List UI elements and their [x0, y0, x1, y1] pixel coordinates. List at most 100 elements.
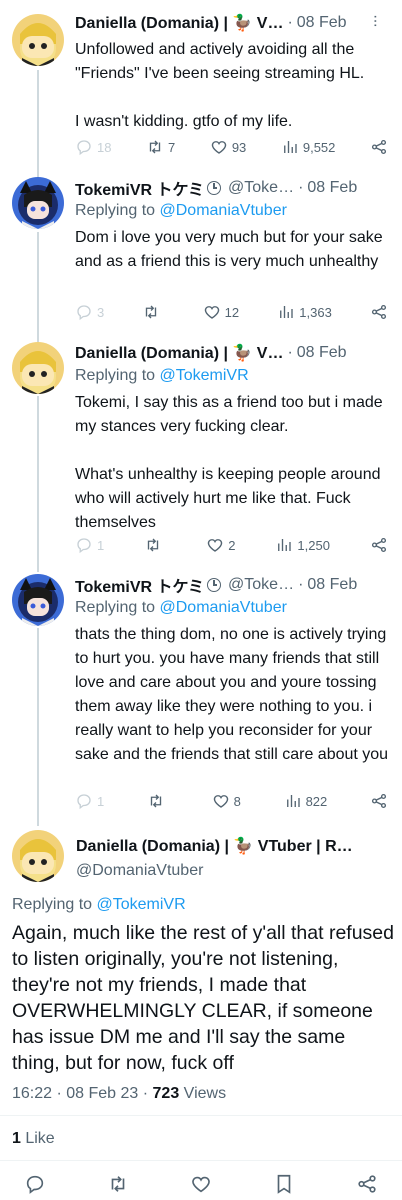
reply-button[interactable]: 3 — [75, 303, 104, 321]
tweet-text: thats the thing dom, no one is actively … — [75, 626, 391, 763]
share-icon — [370, 303, 388, 321]
more-icon[interactable]: ··· — [366, 14, 384, 27]
views-label: Views — [179, 1085, 227, 1102]
likes-count: 1 — [12, 1130, 21, 1147]
tweet-text: Tokemi, I say this as a friend too but i… — [75, 394, 383, 531]
retweet-icon[interactable] — [107, 1173, 129, 1195]
reply-count: 18 — [97, 139, 112, 155]
mention-link[interactable]: @TokemiVR — [160, 367, 249, 384]
retweet-button[interactable] — [142, 303, 164, 321]
reply-button[interactable]: 1 — [75, 536, 104, 554]
clock-icon — [207, 578, 222, 592]
like-count: 93 — [231, 139, 247, 155]
retweet-icon — [142, 303, 160, 321]
tweet-date[interactable]: 08 Feb — [307, 179, 357, 197]
author-name[interactable]: Daniella (Domania) | 🦆 V… — [75, 13, 283, 33]
mention-link[interactable]: @TokemiVR — [97, 896, 186, 913]
replying-to: Replying to @TokemiVR — [12, 896, 186, 914]
avatar[interactable] — [12, 574, 64, 626]
tweet[interactable]: Daniella (Domania) | 🦆 V… · 08 Feb ··· U… — [0, 0, 402, 165]
reply-count: 3 — [97, 304, 105, 320]
view-count: 1,250 — [297, 537, 330, 553]
replying-to: Replying to @DomaniaVtuber — [75, 202, 287, 220]
retweet-button[interactable] — [144, 536, 166, 554]
tweet-date[interactable]: 08 Feb — [297, 344, 347, 362]
share-icon — [370, 536, 388, 554]
views-button[interactable]: 9,552 — [281, 138, 335, 156]
avatar-tokemi-icon — [12, 574, 64, 626]
share-icon[interactable] — [356, 1173, 378, 1195]
retweet-icon — [146, 138, 164, 156]
separator-dot: · — [298, 576, 304, 593]
avatar[interactable] — [12, 342, 64, 394]
like-count: 2 — [228, 537, 236, 553]
share-button[interactable] — [370, 536, 388, 554]
replying-to: Replying to @DomaniaVtuber — [75, 599, 287, 617]
replying-to-label: Replying to — [75, 202, 156, 219]
retweet-icon — [147, 792, 165, 810]
main-action-bar — [24, 1172, 378, 1196]
main-author-handle[interactable]: @DomaniaVtuber — [76, 862, 203, 880]
separator-dot: · — [298, 179, 304, 196]
mention-link[interactable]: @DomaniaVtuber — [160, 202, 287, 219]
views-count: 723 — [152, 1085, 180, 1102]
reply-icon[interactable] — [24, 1173, 46, 1195]
reply-count: 1 — [97, 537, 105, 553]
likes-label: Like — [20, 1130, 55, 1147]
avatar-tokemi-icon — [12, 177, 64, 229]
avatar[interactable] — [12, 830, 64, 882]
like-button[interactable]: 12 — [203, 303, 239, 321]
author-name[interactable]: Daniella (Domania) | 🦆 V… — [75, 343, 283, 363]
views-button[interactable]: 1,250 — [275, 536, 330, 554]
author-handle[interactable]: @Toke… — [228, 576, 294, 594]
bookmark-icon[interactable] — [273, 1173, 295, 1195]
reply-button[interactable]: 1 — [75, 792, 104, 810]
like-button[interactable]: 2 — [206, 536, 235, 554]
views-icon — [275, 536, 293, 554]
share-button[interactable] — [370, 303, 388, 321]
tweet[interactable]: Daniella (Domania) | 🦆 V… · 08 Feb Reply… — [0, 330, 402, 562]
replying-to-label: Replying to — [75, 599, 156, 616]
reply-icon — [75, 792, 93, 810]
views-button[interactable]: 822 — [284, 792, 327, 810]
likes-summary[interactable]: 1 Like — [12, 1130, 55, 1148]
tweet[interactable]: TokemiVR トケミ @Toke… · 08 Feb Replying to… — [0, 165, 402, 330]
tweet-text: Dom i love you very much but for your sa… — [75, 229, 388, 270]
heart-icon — [203, 303, 221, 321]
avatar[interactable] — [12, 14, 64, 66]
mention-link[interactable]: @DomaniaVtuber — [160, 599, 287, 616]
retweet-icon — [144, 536, 162, 554]
author-handle[interactable]: @Toke… — [228, 179, 294, 197]
reply-icon — [75, 536, 93, 554]
avatar[interactable] — [12, 177, 64, 229]
views-button[interactable]: 1,363 — [277, 303, 332, 321]
replying-to-label: Replying to — [75, 367, 156, 384]
heart-icon[interactable] — [190, 1173, 212, 1195]
tweet-date[interactable]: 08 Feb — [297, 14, 347, 32]
views-icon — [281, 138, 299, 156]
replying-to-label: Replying to — [12, 896, 93, 913]
like-button[interactable]: 93 — [210, 138, 246, 156]
main-author-name[interactable]: Daniella (Domania) | 🦆 VTuber | R… — [76, 836, 390, 860]
share-icon — [370, 792, 388, 810]
share-button[interactable] — [370, 792, 388, 810]
like-count: 12 — [224, 304, 240, 320]
like-button[interactable]: 8 — [212, 792, 241, 810]
author-name[interactable]: TokemiVR トケミ — [75, 176, 204, 200]
tweet[interactable]: TokemiVR トケミ @Toke… · 08 Feb Replying to… — [0, 562, 402, 822]
tweet-meta: 16:22 · 08 Feb 23 · 723 Views — [12, 1085, 226, 1103]
author-name[interactable]: TokemiVR トケミ — [75, 573, 204, 597]
tweet-date[interactable]: 08 Feb — [307, 576, 357, 594]
retweet-button[interactable]: 7 — [146, 138, 175, 156]
retweet-button[interactable] — [147, 792, 169, 810]
separator-dot: · — [287, 344, 293, 361]
avatar-daniella-icon — [12, 830, 64, 882]
views-icon — [284, 792, 302, 810]
timestamp[interactable]: 16:22 · 08 Feb 23 · — [12, 1085, 153, 1102]
divider — [0, 1115, 402, 1116]
reply-button[interactable]: 18 — [75, 138, 111, 156]
share-button[interactable] — [370, 138, 388, 156]
share-icon — [370, 138, 388, 156]
like-count: 8 — [233, 793, 241, 809]
avatar-daniella-icon — [12, 342, 64, 394]
